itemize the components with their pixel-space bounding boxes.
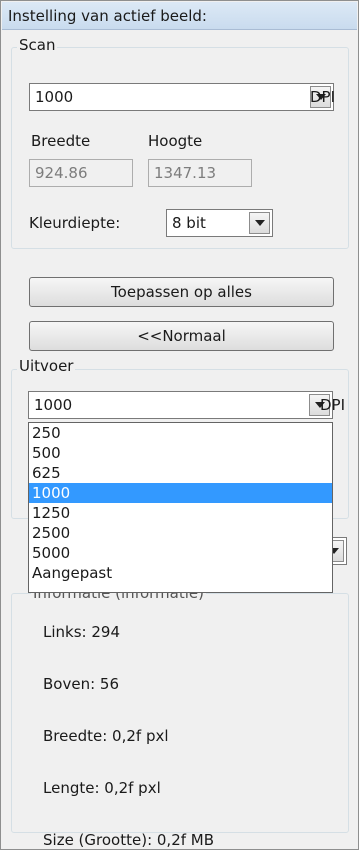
width-field: 924.86: [29, 159, 133, 187]
output-dpi-value: 1000: [34, 396, 73, 414]
info-length: Lengte: 0,2f pxl: [43, 779, 161, 797]
dropdown-option-selected[interactable]: 1000: [29, 483, 332, 503]
height-label: Hoogte: [148, 132, 203, 150]
scan-dpi-select[interactable]: 1000: [29, 83, 334, 111]
panel-header: Instelling van actief beeld:: [2, 2, 357, 30]
info-size: Size (Grootte): 0,2f MB: [43, 831, 215, 849]
height-field: 1347.13: [148, 159, 252, 187]
scan-dpi-unit: DPI: [310, 88, 336, 106]
width-label: Breedte: [31, 132, 91, 150]
dropdown-option[interactable]: 500: [29, 443, 332, 463]
width-value: 924.86: [35, 164, 88, 182]
dropdown-option[interactable]: 250: [29, 423, 332, 443]
info-width: Breedte: 0,2f pxl: [43, 727, 169, 745]
dropdown-option[interactable]: 5000: [29, 543, 332, 563]
output-dpi-select[interactable]: 1000: [28, 391, 333, 419]
dropdown-option[interactable]: 1250: [29, 503, 332, 523]
output-group-label: Uitvoer: [17, 357, 76, 375]
panel-title: Instelling van actief beeld:: [8, 7, 207, 25]
dropdown-option[interactable]: 625: [29, 463, 332, 483]
scan-dpi-value: 1000: [35, 88, 74, 106]
chevron-down-icon[interactable]: [249, 212, 270, 234]
normal-button[interactable]: <<Normaal: [29, 321, 334, 351]
info-top: Boven: 56: [43, 675, 119, 693]
scan-group-label: Scan: [17, 36, 58, 54]
height-value: 1347.13: [154, 164, 217, 182]
settings-panel: Instelling van actief beeld: Scan 1000 D…: [0, 0, 359, 850]
dropdown-option[interactable]: Aangepast: [29, 563, 332, 583]
color-depth-label: Kleurdiepte:: [29, 214, 121, 232]
color-depth-value: 8 bit: [172, 214, 206, 232]
info-left: Links: 294: [43, 623, 120, 641]
dropdown-option[interactable]: 2500: [29, 523, 332, 543]
apply-all-button[interactable]: Toepassen op alles: [29, 277, 334, 307]
color-depth-select[interactable]: 8 bit: [166, 209, 273, 237]
output-dpi-unit: DPI: [320, 396, 346, 414]
output-dpi-dropdown[interactable]: 250 500 625 1000 1250 2500 5000 Aangepas…: [28, 422, 333, 593]
